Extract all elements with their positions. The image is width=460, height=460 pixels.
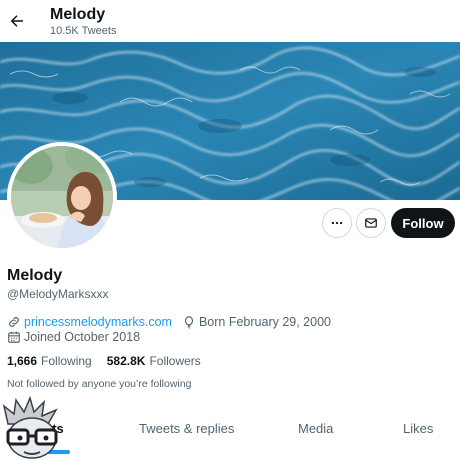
not-followed-text: Not followed by anyone you’re following <box>7 378 192 390</box>
followers-label: Followers <box>149 354 201 368</box>
header-name: Melody <box>50 6 106 23</box>
followers-stat[interactable]: 582.8K Followers <box>107 354 201 368</box>
more-icon <box>331 221 343 225</box>
birthday-text: Born February 29, 2000 <box>198 315 331 329</box>
mail-icon <box>365 218 377 228</box>
following-stat[interactable]: 1,666 Following <box>7 354 92 368</box>
balloon-icon <box>182 315 196 329</box>
profile-handle: @MelodyMarksxxx <box>7 287 109 301</box>
tab-media[interactable]: Media <box>298 421 333 436</box>
message-button[interactable] <box>356 208 386 238</box>
follow-stats: 1,666 Following 582.8K Followers <box>7 354 216 368</box>
more-button[interactable] <box>322 208 352 238</box>
profile-header: Melody 10.5K Tweets <box>0 0 460 42</box>
link-icon <box>7 315 21 329</box>
tab-tweets-replies[interactable]: Tweets & replies <box>139 421 234 436</box>
following-label: Following <box>41 354 92 368</box>
profile-name: Melody <box>7 267 63 284</box>
back-button[interactable] <box>4 8 30 34</box>
profile-joined-row: Joined October 2018 <box>7 330 140 344</box>
follow-button[interactable]: Follow <box>391 208 455 238</box>
joined-text: Joined October 2018 <box>24 330 141 344</box>
mascot-watermark-icon <box>0 395 64 460</box>
calendar-icon <box>7 330 21 344</box>
followers-count: 582.8K <box>106 354 146 368</box>
avatar[interactable] <box>7 142 117 252</box>
tab-likes[interactable]: Likes <box>403 421 433 436</box>
profile-meta-row: princessmelodymarks.com Born February 29… <box>7 315 331 329</box>
header-tweet-count: 10.5K Tweets <box>50 25 117 37</box>
following-count: 1,666 <box>7 354 38 368</box>
website-link[interactable]: princessmelodymarks.com <box>24 315 172 329</box>
arrow-left-icon <box>10 15 23 27</box>
